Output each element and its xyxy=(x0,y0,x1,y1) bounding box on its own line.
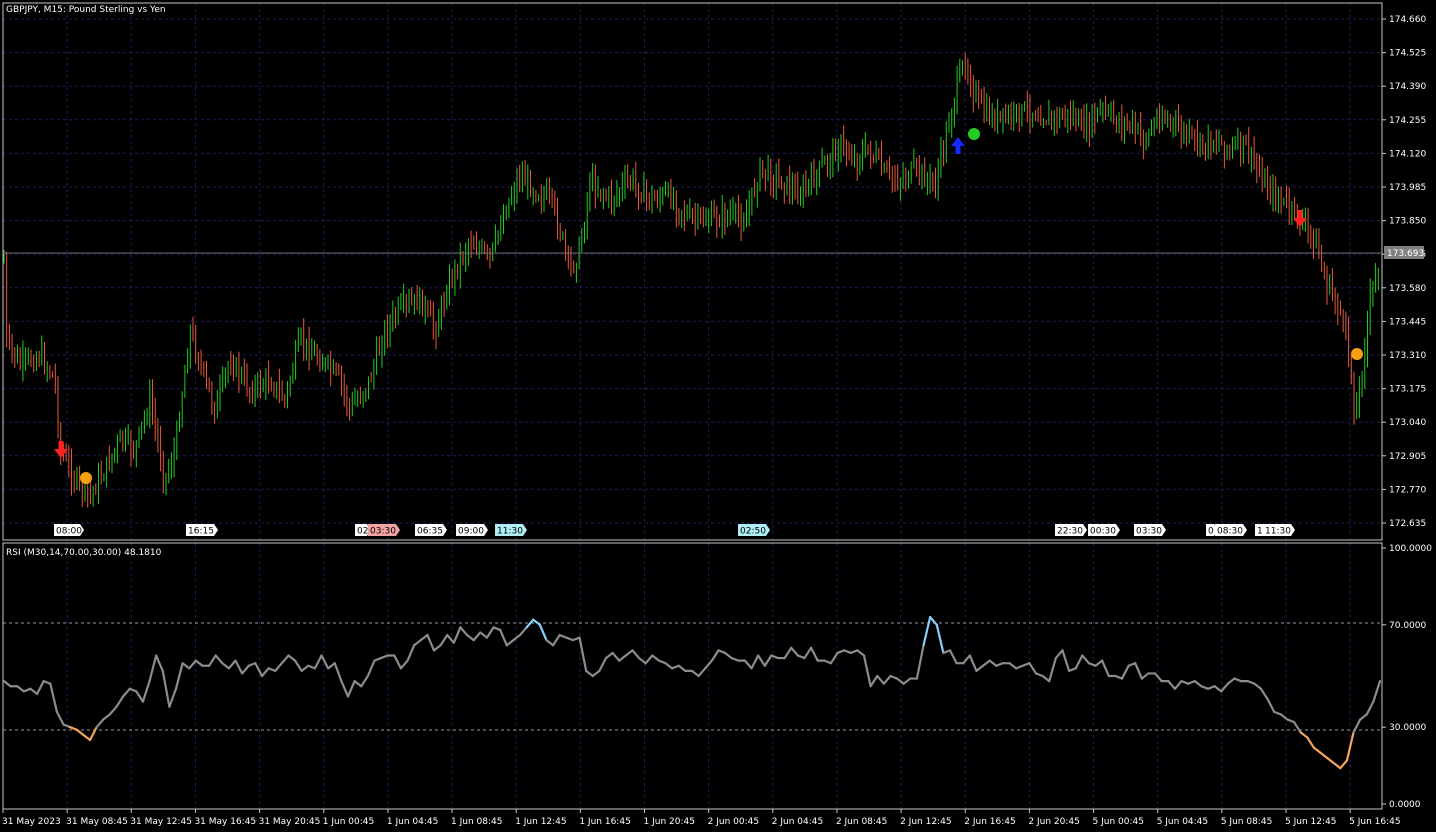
session-tag-label: 0 xyxy=(1208,527,1214,537)
time-axis-label: 2 Jun 20:45 xyxy=(1028,817,1079,827)
price-axis-label: 173.040 xyxy=(1389,418,1426,428)
session-tag: 22:30 xyxy=(1055,524,1087,537)
time-axis-label: 5 Jun 04:45 xyxy=(1157,817,1208,827)
session-tag: 09:00 xyxy=(456,524,488,537)
price-axis-label: 173.310 xyxy=(1389,351,1426,361)
session-tag: 00:30 xyxy=(1088,524,1120,537)
time-axis-label: 1 Jun 12:45 xyxy=(515,817,566,827)
price-axis-label: 174.255 xyxy=(1389,116,1426,126)
session-tag-label: 16:15 xyxy=(188,527,214,537)
price-panel-title: GBPJPY, M15: Pound Sterling vs Yen xyxy=(6,5,166,15)
price-axis-label: 173.445 xyxy=(1389,317,1426,327)
time-axis-label: 1 Jun 00:45 xyxy=(323,817,374,827)
session-tag-label: 09:00 xyxy=(458,527,484,537)
time-axis-label: 2 Jun 08:45 xyxy=(836,817,887,827)
price-axis-label: 174.120 xyxy=(1389,149,1426,159)
current-price-tag: 173.693 xyxy=(1384,246,1424,259)
rsi-axis-label: 0.0000 xyxy=(1389,800,1421,810)
session-tag: 06:35 xyxy=(415,524,447,537)
price-axis-label: 172.770 xyxy=(1389,485,1426,495)
price-axis-label: 173.580 xyxy=(1389,284,1426,294)
price-axis-label: 173.850 xyxy=(1389,217,1426,227)
time-axis-label: 31 May 2023 xyxy=(2,817,61,827)
session-tag-label: 02 xyxy=(357,527,368,537)
time-axis-label: 2 Jun 12:45 xyxy=(900,817,951,827)
current-price-label: 173.693 xyxy=(1387,249,1424,259)
session-tag-label: 08:00 xyxy=(56,527,82,537)
session-tag: 03:30 xyxy=(1134,524,1166,537)
session-tag-label: 11:30 xyxy=(497,527,523,537)
time-axis-label: 1 Jun 20:45 xyxy=(644,817,695,827)
time-axis-label: 5 Jun 08:45 xyxy=(1221,817,1272,827)
time-axis-label: 2 Jun 04:45 xyxy=(772,817,823,827)
rsi-axis-label: 30.0000 xyxy=(1389,723,1426,733)
session-tag: 11:30 xyxy=(495,524,527,537)
time-axis-label: 31 May 08:45 xyxy=(66,817,128,827)
time-axis-label: 1 Jun 04:45 xyxy=(387,817,438,827)
session-tag-label: 03:30 xyxy=(370,527,396,537)
price-axis-label: 172.905 xyxy=(1389,452,1426,462)
session-tag-label: 00:30 xyxy=(1090,527,1116,537)
session-tag: 08:00 xyxy=(54,524,84,537)
exit-dot-icon xyxy=(968,128,980,140)
price-axis-label: 173.985 xyxy=(1389,183,1426,193)
time-axis-label: 2 Jun 16:45 xyxy=(964,817,1015,827)
time-axis-label: 2 Jun 00:45 xyxy=(708,817,759,827)
price-axis-label: 174.525 xyxy=(1389,49,1426,59)
time-axis-label: 1 Jun 16:45 xyxy=(579,817,630,827)
session-tag-label: 1 xyxy=(1257,527,1263,537)
session-tag: 11:30 xyxy=(1263,524,1295,537)
price-axis-label: 172.635 xyxy=(1389,519,1426,529)
exit-dot-icon xyxy=(80,472,92,484)
session-tag: 02:50 xyxy=(738,524,770,537)
price-axis-label: 173.175 xyxy=(1389,385,1426,395)
session-tag-label: 06:35 xyxy=(417,527,443,537)
time-axis-label: 31 May 16:45 xyxy=(194,817,256,827)
time-axis-label: 31 May 20:45 xyxy=(259,817,321,827)
chart-window[interactable]: 174.660 174.525 174.390 174.255 174.120 173.9… xyxy=(0,0,1436,832)
time-axis-label: 31 May 12:45 xyxy=(130,817,192,827)
price-axis-label: 174.660 xyxy=(1389,15,1426,25)
time-axis-label: 1 Jun 08:45 xyxy=(451,817,502,827)
session-tag-label: 02:50 xyxy=(740,527,766,537)
rsi-axis-label: 100.0000 xyxy=(1389,544,1432,554)
time-axis-label: 5 Jun 16:45 xyxy=(1349,817,1400,827)
session-tag: 16:15 xyxy=(186,524,218,537)
session-tag-label: 11:30 xyxy=(1265,527,1291,537)
session-tag: 03:30 xyxy=(368,524,400,537)
session-tag-label: 03:30 xyxy=(1136,527,1162,537)
rsi-panel-title: RSI (M30,14,70.00,30.00) 48.1810 xyxy=(6,548,162,558)
time-axis-label: 5 Jun 00:45 xyxy=(1093,817,1144,827)
session-tag-label: 08:30 xyxy=(1217,527,1243,537)
exit-dot-icon xyxy=(1351,348,1363,360)
time-axis-label: 5 Jun 12:45 xyxy=(1285,817,1336,827)
session-tag-label: 22:30 xyxy=(1057,527,1083,537)
price-axis-label: 174.390 xyxy=(1389,82,1426,92)
session-tag: 08:30 xyxy=(1215,524,1247,537)
rsi-axis-label: 70.0000 xyxy=(1389,621,1426,631)
